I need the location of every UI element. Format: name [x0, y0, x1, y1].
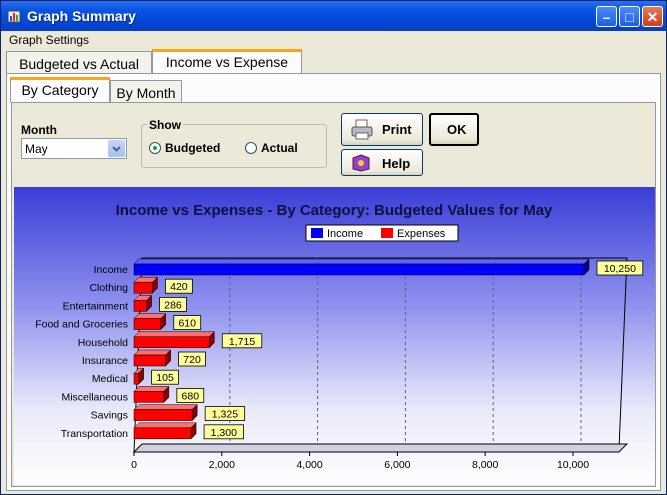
chart-title: Income vs Expenses - By Category: Budget…	[116, 202, 553, 219]
bar	[133, 354, 166, 367]
category-label: Entertainment	[63, 300, 128, 312]
graph-summary-window: Graph Summary – □ ✕ Graph Settings Budge…	[0, 0, 667, 495]
bar	[133, 263, 585, 276]
radio-budgeted-label[interactable]: Budgeted	[165, 141, 220, 155]
bar	[133, 300, 147, 312]
radio-budgeted[interactable]	[149, 142, 161, 154]
legend-label-expenses: Expenses	[397, 228, 446, 240]
data-label: 286	[164, 299, 182, 311]
data-label: 1,715	[229, 336, 255, 348]
bar-top	[133, 349, 172, 356]
ok-button[interactable]: OK	[429, 113, 479, 146]
x-tick-label: 0	[131, 459, 137, 471]
close-button[interactable]: ✕	[642, 6, 663, 27]
printer-icon	[351, 119, 373, 140]
category-label: Miscellaneous	[61, 391, 128, 403]
print-button-label: Print	[382, 122, 412, 137]
data-label: 1,300	[211, 427, 237, 439]
bar	[133, 318, 162, 330]
bar-top	[133, 404, 198, 410]
maximize-button[interactable]: □	[619, 6, 640, 27]
tab-budgeted-vs-actual[interactable]: Budgeted vs Actual	[6, 51, 152, 73]
plot-frame	[133, 257, 628, 453]
bar	[133, 372, 139, 385]
x-tick-label: 6,000	[384, 459, 410, 471]
radio-actual[interactable]	[245, 142, 257, 154]
category-label: Clothing	[89, 282, 128, 294]
bar	[133, 336, 210, 349]
data-label: 420	[170, 281, 188, 293]
bar	[133, 391, 165, 403]
data-label: 680	[182, 390, 200, 402]
help-book-icon	[352, 154, 370, 172]
data-label: 105	[156, 372, 174, 384]
legend-swatch-expenses	[381, 228, 393, 238]
legend-swatch-income	[311, 228, 323, 238]
category-label: Food and Groceries	[35, 319, 128, 331]
legend-label-income: Income	[327, 228, 363, 240]
data-label: 1,325	[212, 409, 238, 421]
show-label: Show	[147, 118, 183, 132]
subtab-by-category[interactable]: By Category	[10, 77, 110, 102]
category-label: Medical	[92, 373, 128, 385]
month-select-value: May	[25, 142, 48, 156]
maximize-icon: □	[625, 9, 634, 25]
bar	[133, 281, 153, 294]
bar	[133, 409, 193, 421]
x-tick-label: 10,000	[557, 459, 589, 471]
chevron-down-icon[interactable]	[108, 140, 125, 157]
subtab-by-month[interactable]: By Month	[110, 80, 182, 102]
data-label: 610	[178, 318, 196, 330]
ok-button-label: OK	[447, 122, 467, 137]
minimize-button[interactable]: –	[596, 6, 617, 27]
bar-top	[133, 331, 215, 338]
bar-top	[133, 313, 167, 319]
category-label: Income	[94, 264, 129, 276]
category-label: Savings	[91, 410, 128, 422]
data-label: 720	[183, 354, 201, 366]
month-select[interactable]: May	[21, 138, 127, 159]
x-tick-label: 8,000	[472, 459, 498, 471]
category-label: Household	[78, 337, 128, 349]
app-icon	[7, 10, 21, 23]
month-label: Month	[21, 123, 57, 137]
help-button-label: Help	[382, 156, 411, 171]
menu-bar: Graph Settings	[1, 31, 666, 49]
x-tick-label: 4,000	[296, 459, 322, 471]
x-tick-label: 2,000	[209, 459, 235, 471]
bar	[133, 427, 192, 440]
tab-income-vs-expense[interactable]: Income vs Expense	[152, 49, 302, 75]
window-title: Graph Summary	[27, 8, 136, 24]
data-label: 10,250	[604, 263, 636, 275]
menu-graph-settings[interactable]: Graph Settings	[9, 33, 89, 47]
bar-top	[133, 258, 590, 265]
print-button[interactable]: Print	[341, 113, 423, 146]
category-label: Insurance	[82, 355, 128, 367]
bar-top	[133, 386, 170, 392]
income-expense-chart: Income vs Expenses - By Category: Budget…	[35, 202, 644, 471]
minimize-icon: –	[602, 9, 611, 25]
plot-floor	[132, 443, 629, 453]
title-bar[interactable]: Graph Summary – □ ✕	[1, 1, 666, 31]
category-label: Transportation	[61, 428, 128, 440]
chart-area: Income vs Expenses - By Category: Budget…	[14, 187, 655, 485]
bar-top	[133, 422, 197, 429]
close-icon: ✕	[646, 9, 659, 25]
radio-actual-label[interactable]: Actual	[261, 141, 298, 155]
help-button[interactable]: Help	[341, 149, 423, 176]
